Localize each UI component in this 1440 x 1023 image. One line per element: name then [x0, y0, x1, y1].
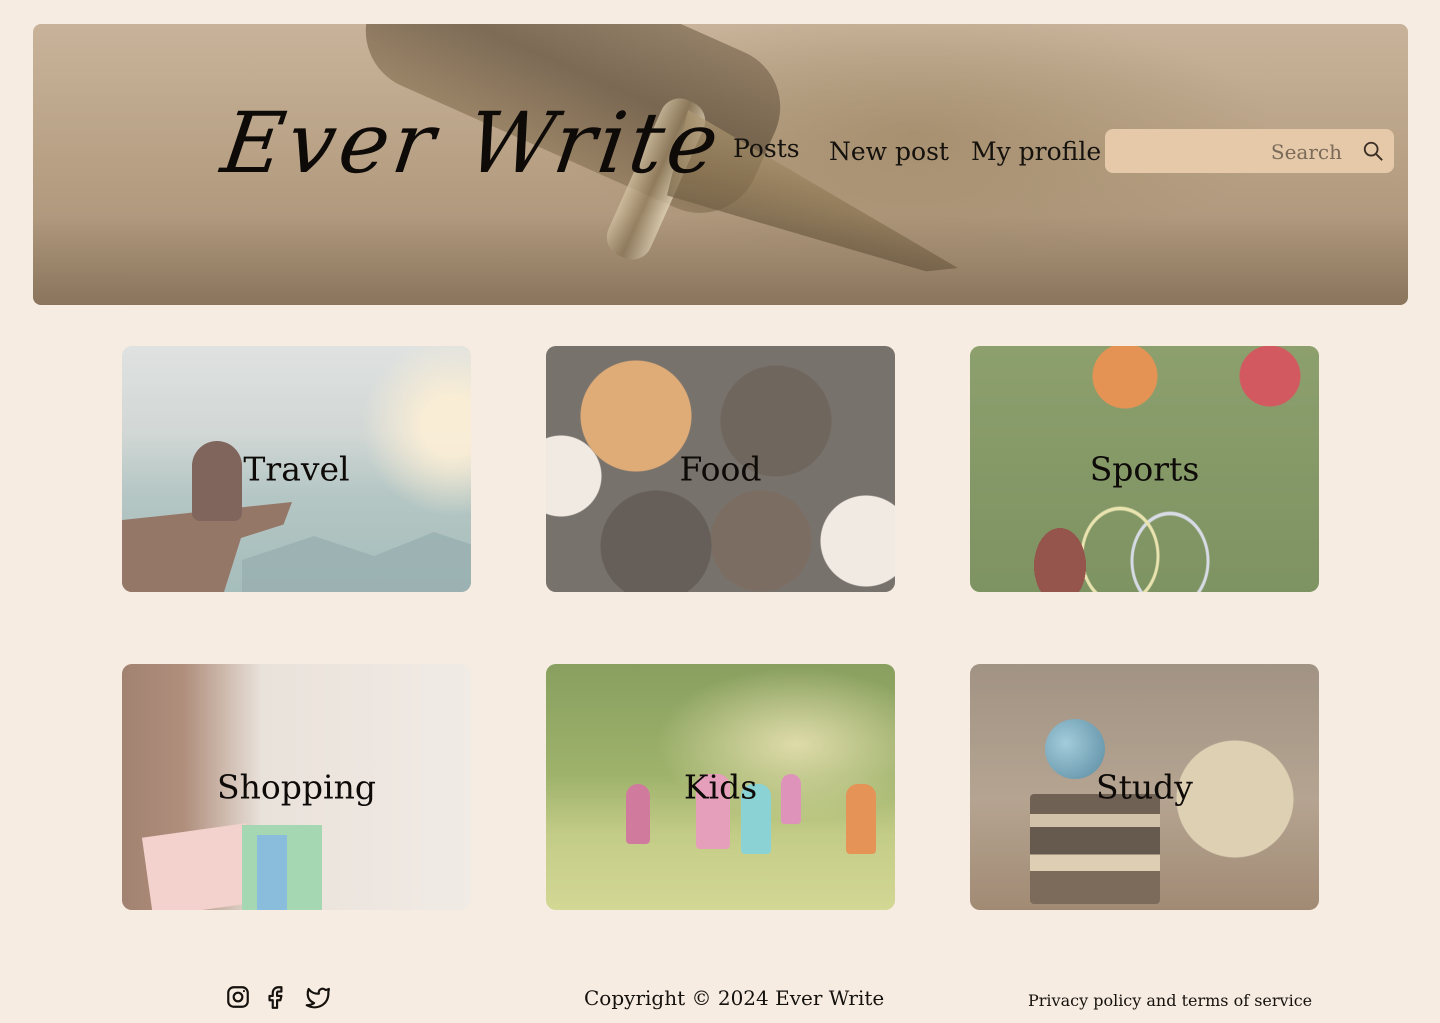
- search-input[interactable]: [1115, 129, 1344, 175]
- header-banner: Ever Write Posts New post My profile: [33, 24, 1408, 305]
- category-label: Travel: [243, 449, 350, 489]
- category-label: Shopping: [217, 767, 376, 807]
- nav-my-profile-link[interactable]: My profile: [971, 137, 1101, 166]
- category-label: Study: [1096, 767, 1193, 807]
- privacy-policy-link[interactable]: Privacy policy and terms of service: [1028, 991, 1312, 1010]
- category-label: Food: [679, 449, 762, 489]
- category-card-study[interactable]: Study: [970, 664, 1319, 910]
- facebook-icon[interactable]: [263, 984, 289, 1010]
- twitter-icon[interactable]: [305, 984, 331, 1010]
- search-icon[interactable]: [1362, 140, 1384, 162]
- category-card-travel[interactable]: Travel: [122, 346, 471, 592]
- category-label: Sports: [1089, 449, 1200, 489]
- category-label: Kids: [683, 767, 758, 807]
- category-card-sports[interactable]: Sports: [970, 346, 1319, 592]
- site-logo[interactable]: Ever Write: [216, 94, 728, 192]
- copyright-text: Copyright © 2024 Ever Write: [584, 986, 885, 1010]
- nav-posts-link[interactable]: Posts: [733, 134, 800, 163]
- instagram-icon[interactable]: [225, 984, 251, 1010]
- category-card-food[interactable]: Food: [546, 346, 895, 592]
- category-card-kids[interactable]: Kids: [546, 664, 895, 910]
- category-card-shopping[interactable]: Shopping: [122, 664, 471, 910]
- paper-background: [33, 215, 1408, 305]
- nav-new-post-link[interactable]: New post: [829, 137, 949, 166]
- search-bar: [1105, 129, 1394, 175]
